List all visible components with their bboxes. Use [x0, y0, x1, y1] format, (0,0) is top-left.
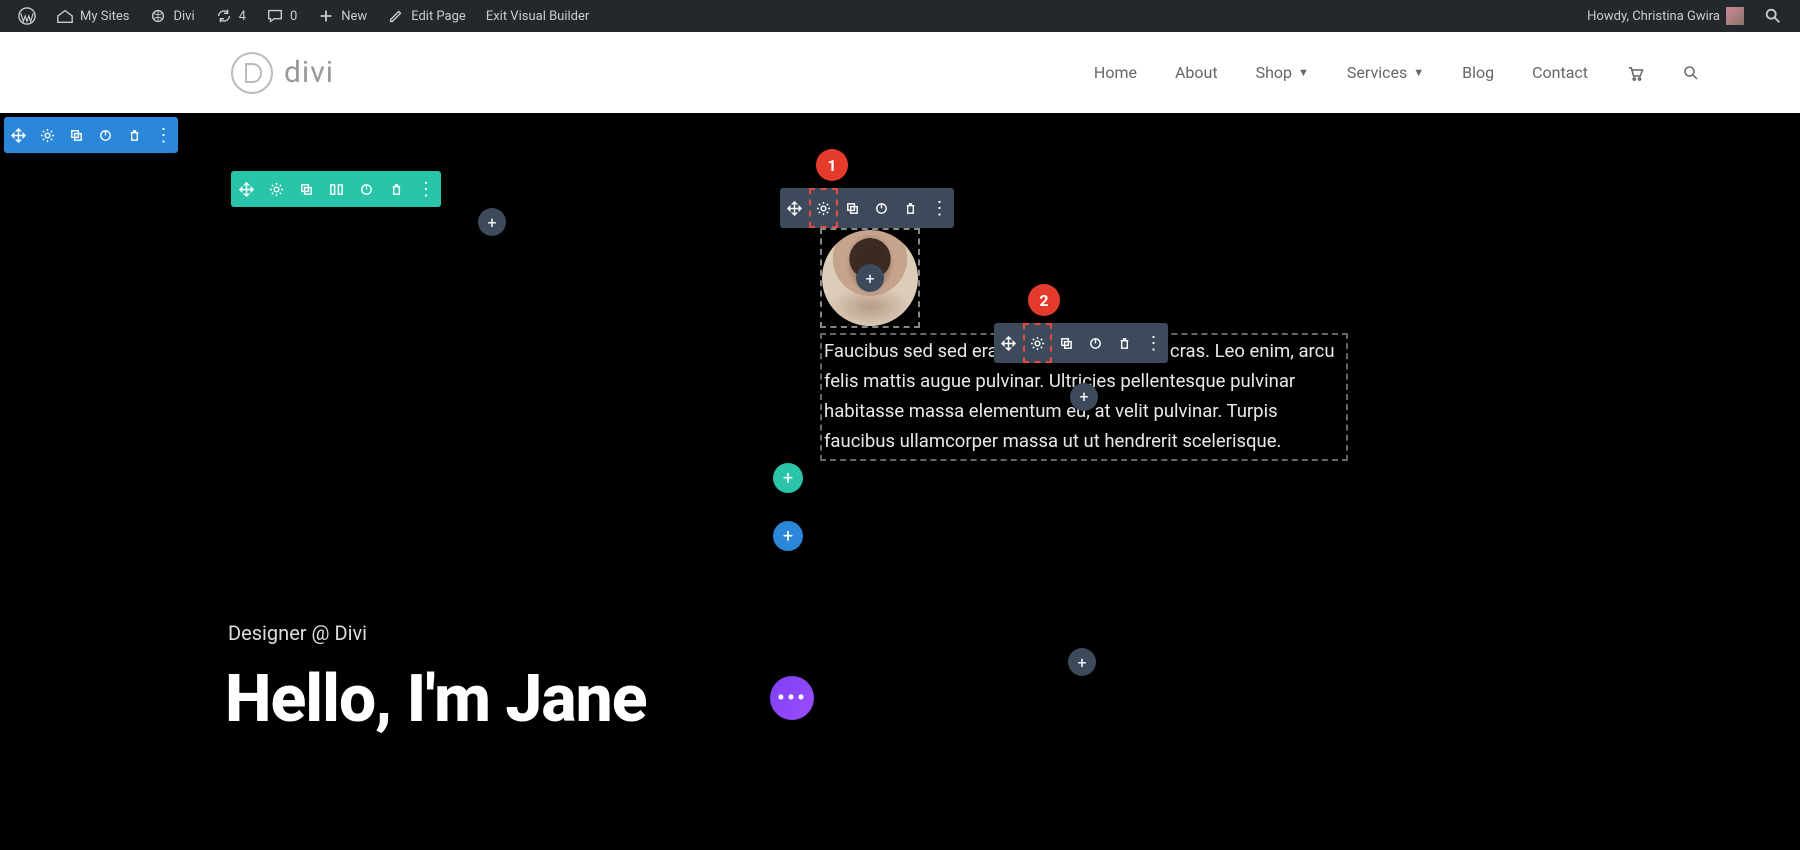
more-icon[interactable]: ⋮: [412, 171, 441, 207]
cart-icon[interactable]: [1626, 64, 1644, 82]
add-section-button[interactable]: +: [773, 521, 803, 551]
annotation-badge-1: 1: [816, 149, 848, 181]
nav-blog[interactable]: Blog: [1462, 63, 1494, 82]
trash-icon[interactable]: [1110, 323, 1139, 363]
edit-page-label: Edit Page: [411, 9, 466, 24]
row-toolbar: ⋮: [231, 171, 441, 207]
trash-icon[interactable]: [382, 171, 411, 207]
more-icon[interactable]: ⋮: [925, 188, 954, 228]
gear-icon[interactable]: [809, 188, 838, 228]
hero-subtitle: Designer @ Divi: [228, 621, 367, 645]
chevron-down-icon: ▼: [1413, 66, 1424, 79]
annotation-badge-2: 2: [1028, 284, 1060, 316]
nav-home[interactable]: Home: [1094, 63, 1137, 82]
power-icon[interactable]: [352, 171, 381, 207]
wp-admin-bar: My Sites Divi 4 0 New Edit Page Exit Vis…: [0, 0, 1800, 32]
gear-icon[interactable]: [1023, 323, 1052, 363]
updates-link[interactable]: 4: [205, 0, 256, 32]
howdy-link[interactable]: Howdy, Christina Gwira: [1577, 0, 1754, 32]
exit-builder-label: Exit Visual Builder: [486, 9, 589, 24]
add-module-button[interactable]: +: [478, 208, 506, 236]
site-header: divi Home About Shop▼ Services▼ Blog Con…: [0, 32, 1800, 113]
columns-icon[interactable]: [322, 171, 351, 207]
builder-more-button[interactable]: •••: [770, 676, 814, 720]
nav-shop[interactable]: Shop▼: [1256, 63, 1309, 82]
move-icon[interactable]: [780, 188, 809, 228]
duplicate-icon[interactable]: [838, 188, 867, 228]
image-module[interactable]: +: [820, 228, 920, 328]
logo-text: divi: [284, 55, 334, 90]
avatar-icon: [1726, 7, 1744, 25]
power-icon[interactable]: [91, 117, 120, 153]
duplicate-icon[interactable]: [292, 171, 321, 207]
nav-services[interactable]: Services▼: [1347, 63, 1424, 82]
site-name-link[interactable]: Divi: [139, 0, 204, 32]
move-icon[interactable]: [4, 117, 33, 153]
new-label: New: [341, 9, 367, 24]
add-module-button-wrap: +: [1068, 648, 1096, 676]
trash-icon[interactable]: [896, 188, 925, 228]
search-icon[interactable]: [1682, 64, 1700, 82]
add-module-button[interactable]: +: [1068, 648, 1096, 676]
add-row-button[interactable]: +: [773, 463, 803, 493]
new-link[interactable]: New: [307, 0, 377, 32]
more-icon[interactable]: ⋮: [1139, 323, 1168, 363]
wp-logo[interactable]: [8, 0, 46, 32]
comments-link[interactable]: 0: [256, 0, 307, 32]
howdy-text: Howdy, Christina Gwira: [1587, 9, 1720, 24]
more-icon[interactable]: ⋮: [149, 117, 178, 153]
comments-count: 0: [290, 9, 297, 24]
divi-logo-icon: [230, 51, 274, 95]
adminbar-search[interactable]: [1754, 0, 1792, 32]
section-toolbar: ⋮: [4, 117, 178, 153]
power-icon[interactable]: [867, 188, 896, 228]
move-icon[interactable]: [232, 171, 261, 207]
gear-icon[interactable]: [33, 117, 62, 153]
my-sites-link[interactable]: My Sites: [46, 0, 139, 32]
edit-page-link[interactable]: Edit Page: [377, 0, 476, 32]
duplicate-icon[interactable]: [1052, 323, 1081, 363]
add-module-button[interactable]: +: [856, 264, 884, 292]
move-icon[interactable]: [994, 323, 1023, 363]
nav-about[interactable]: About: [1175, 63, 1218, 82]
add-module-button-wrap: +: [478, 208, 506, 236]
main-nav: Home About Shop▼ Services▼ Blog Contact: [1094, 63, 1700, 82]
add-module-button[interactable]: +: [1070, 383, 1098, 411]
logo[interactable]: divi: [230, 51, 334, 95]
exit-builder-link[interactable]: Exit Visual Builder: [476, 0, 599, 32]
my-sites-label: My Sites: [80, 9, 129, 24]
gear-icon[interactable]: [262, 171, 291, 207]
site-name-label: Divi: [173, 9, 194, 24]
builder-canvas: ⋮ ⋮ + 1 ⋮ + 2 Faucibus sed sed erat in e…: [0, 113, 1800, 850]
duplicate-icon[interactable]: [62, 117, 91, 153]
image-module-toolbar: ⋮: [780, 188, 954, 228]
updates-count: 4: [239, 9, 246, 24]
hero-title: Hello, I'm Jane: [225, 661, 647, 738]
trash-icon[interactable]: [120, 117, 149, 153]
chevron-down-icon: ▼: [1298, 66, 1309, 79]
nav-contact[interactable]: Contact: [1532, 63, 1588, 82]
text-module-toolbar: ⋮: [994, 323, 1168, 363]
power-icon[interactable]: [1081, 323, 1110, 363]
